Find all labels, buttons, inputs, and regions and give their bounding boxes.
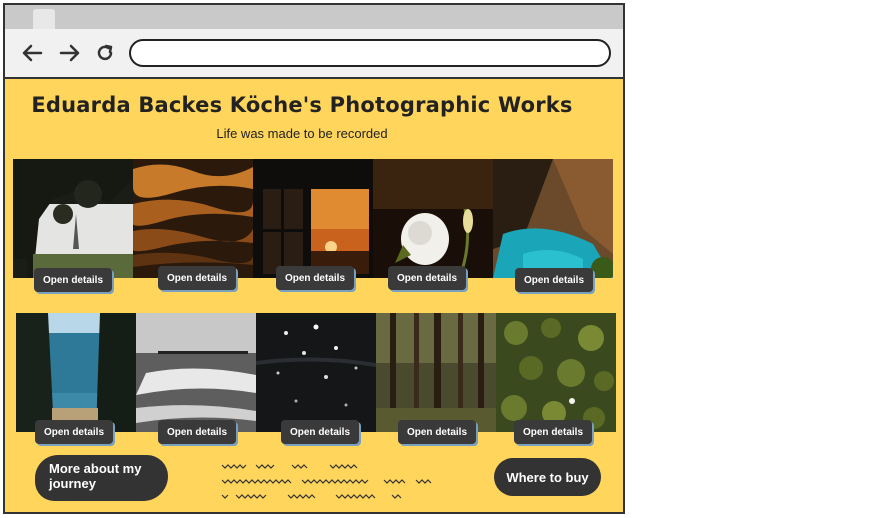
open-details-button[interactable]: Open details: [158, 420, 236, 444]
open-details-button[interactable]: Open details: [158, 266, 236, 290]
reload-button[interactable]: [92, 40, 118, 66]
page-title: Eduarda Backes Köche's Photographic Work…: [31, 93, 573, 117]
photo-forest-trunks[interactable]: [376, 313, 496, 432]
photo-dark-water-sparkles[interactable]: [256, 313, 376, 432]
reload-icon: [97, 44, 113, 61]
photo-window-sunset[interactable]: [253, 159, 373, 278]
open-details-button[interactable]: Open details: [281, 420, 359, 444]
back-button[interactable]: [19, 40, 45, 66]
more-about-journey-button[interactable]: More about my journey: [35, 455, 168, 501]
arrow-right-icon: [59, 44, 80, 62]
photo-golden-water-reflection[interactable]: [133, 159, 253, 278]
forward-button[interactable]: [57, 40, 83, 66]
browser-tab[interactable]: [33, 9, 55, 29]
open-details-button[interactable]: Open details: [515, 268, 593, 292]
open-details-button[interactable]: Open details: [276, 266, 354, 290]
open-details-button[interactable]: Open details: [34, 268, 112, 292]
address-bar[interactable]: [129, 39, 611, 67]
placeholder-text-scribble: [221, 464, 432, 499]
open-details-button[interactable]: Open details: [398, 420, 476, 444]
open-details-button[interactable]: Open details: [35, 420, 113, 444]
photo-white-rose[interactable]: [373, 159, 493, 278]
browser-window: Eduarda Backes Köche's Photographic Work…: [3, 3, 625, 514]
photo-silver-sea-pier[interactable]: [136, 313, 256, 432]
arrow-left-icon: [22, 44, 43, 62]
photo-trees-eiffel-tower[interactable]: [13, 159, 133, 278]
photo-water-lilies[interactable]: [496, 313, 616, 432]
page-subtitle: Life was made to be recorded: [216, 126, 388, 141]
browser-toolbar: [5, 29, 623, 79]
where-to-buy-button[interactable]: Where to buy: [494, 458, 601, 496]
tab-bar: [5, 5, 623, 30]
photo-sea-between-cypress[interactable]: [16, 313, 136, 432]
open-details-button[interactable]: Open details: [514, 420, 592, 444]
open-details-button[interactable]: Open details: [388, 266, 466, 290]
photo-turquoise-cove[interactable]: [493, 159, 613, 278]
